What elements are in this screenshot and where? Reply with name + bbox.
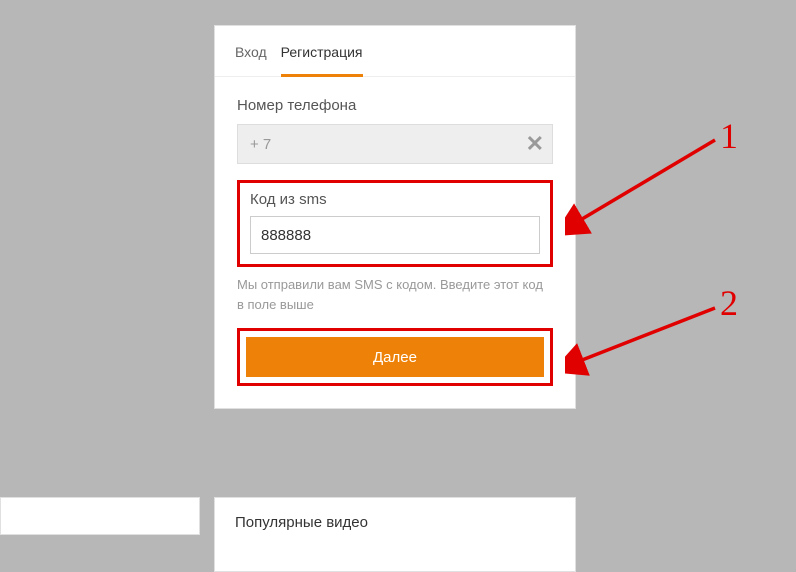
tab-register[interactable]: Регистрация (281, 44, 363, 77)
sidebar-stub (0, 497, 200, 535)
registration-panel: Вход Регистрация Номер телефона + 7 ✕ Ко… (214, 25, 576, 409)
next-button[interactable]: Далее (246, 337, 544, 377)
popular-videos-title: Популярные видео (235, 514, 368, 531)
sms-highlight-box: Код из sms (237, 180, 553, 267)
phone-label: Номер телефона (237, 97, 553, 114)
sms-code-input[interactable] (250, 216, 540, 254)
phone-input-row[interactable]: + 7 ✕ (237, 124, 553, 164)
tab-login[interactable]: Вход (235, 44, 267, 76)
next-button-highlight: Далее (237, 328, 553, 386)
auth-tabs: Вход Регистрация (215, 26, 575, 77)
sms-hint: Мы отправили вам SMS с кодом. Введите эт… (237, 275, 553, 314)
annotation-number-2: 2 (720, 282, 738, 324)
arrow-2-icon (565, 300, 725, 380)
annotation-number-1: 1 (720, 115, 738, 157)
phone-prefix: + 7 (250, 136, 271, 153)
form-area: Номер телефона + 7 ✕ Код из sms Мы отпра… (215, 77, 575, 408)
clear-icon[interactable]: ✕ (526, 133, 544, 155)
sms-label: Код из sms (250, 191, 540, 208)
arrow-1-icon (565, 130, 725, 240)
